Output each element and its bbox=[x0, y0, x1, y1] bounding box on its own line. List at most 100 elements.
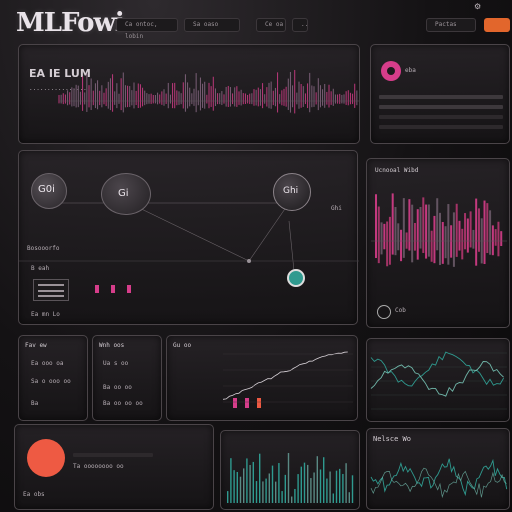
bar-mark bbox=[316, 456, 318, 503]
bar-mark bbox=[497, 221, 500, 257]
bar-mark bbox=[464, 213, 467, 250]
node-handle[interactable] bbox=[287, 269, 305, 287]
bar-mark bbox=[380, 222, 383, 255]
bar-mark bbox=[433, 215, 436, 264]
bar-mark bbox=[278, 463, 280, 503]
bar-mark bbox=[419, 206, 422, 249]
bottom-line-chart bbox=[370, 458, 508, 499]
bar-mark bbox=[483, 200, 486, 265]
bar-mark bbox=[313, 472, 315, 503]
teal-line-chart bbox=[370, 351, 507, 410]
bottom-left-panel: Ta oooooooo oo Ea obs bbox=[14, 424, 214, 510]
bar-mark bbox=[458, 220, 461, 251]
bar-mark bbox=[259, 453, 261, 503]
bar-mark bbox=[246, 458, 248, 503]
bar-mark bbox=[383, 223, 386, 250]
record-icon[interactable] bbox=[377, 305, 391, 319]
legend-swatch bbox=[33, 279, 69, 301]
node-c-side-label: Ghi bbox=[331, 205, 342, 212]
bar-mark bbox=[425, 204, 428, 259]
bar-mark bbox=[422, 197, 425, 253]
node-a[interactable]: G0i bbox=[31, 173, 67, 209]
bar-mark bbox=[291, 496, 293, 503]
bar-mark bbox=[452, 212, 455, 267]
legend-label: B eah bbox=[31, 265, 50, 272]
stat-2-row: Ua s oo bbox=[103, 360, 129, 367]
bar-mark bbox=[233, 398, 237, 408]
bar-mark bbox=[233, 470, 235, 503]
info-row bbox=[379, 115, 503, 119]
tab-4[interactable]: .. bbox=[292, 18, 308, 32]
tab-2[interactable]: Sa oaso bbox=[184, 18, 240, 32]
bar-mark bbox=[249, 464, 251, 503]
bar-mark bbox=[262, 481, 264, 503]
bar-mark bbox=[332, 493, 334, 503]
user-label: eba bbox=[405, 67, 416, 74]
bar-mark bbox=[411, 204, 414, 263]
primary-action-button[interactable] bbox=[484, 18, 510, 32]
bar-mark bbox=[441, 221, 444, 264]
bar-mark bbox=[466, 218, 469, 253]
bar-mark bbox=[391, 193, 394, 255]
bar-mark bbox=[486, 203, 489, 254]
bar-mark bbox=[245, 398, 249, 408]
record-icon[interactable] bbox=[381, 61, 401, 81]
bar-mark bbox=[477, 208, 480, 252]
bar-mark bbox=[377, 206, 380, 264]
bar-mark bbox=[271, 465, 274, 503]
tab-5[interactable]: Pactas bbox=[426, 18, 476, 32]
bar-mark bbox=[300, 466, 302, 503]
bar-mark bbox=[297, 474, 299, 503]
node-links bbox=[19, 202, 359, 272]
bar-mark bbox=[402, 198, 405, 258]
bottom-left-label: Ea obs bbox=[23, 491, 45, 498]
bar-mark bbox=[294, 488, 296, 503]
node-panel-footer: Ea mn Lo bbox=[31, 311, 60, 318]
bar-mark bbox=[386, 221, 389, 267]
stat-panel-3: Gu oo bbox=[166, 335, 358, 421]
stat-panel-2: Wnh oos Ua s oo Ba oo oo Ba oo oo oo bbox=[92, 335, 162, 421]
bar-mark bbox=[342, 473, 344, 503]
line-series bbox=[370, 458, 508, 497]
bar-mark bbox=[243, 468, 245, 503]
user-panel: eba bbox=[370, 44, 510, 144]
bar-mark bbox=[405, 232, 408, 249]
bar-mark bbox=[236, 471, 238, 503]
stat-1-title: Fav ew bbox=[25, 342, 47, 349]
bar-mark bbox=[265, 478, 267, 503]
tab-3[interactable]: Ce oa bbox=[256, 18, 286, 32]
bar-mark bbox=[375, 194, 377, 259]
bar-mark bbox=[397, 223, 400, 251]
info-row bbox=[379, 125, 503, 129]
bar-mark bbox=[268, 473, 270, 503]
info-row bbox=[379, 95, 503, 99]
bar-mark bbox=[394, 207, 397, 256]
bar-mark bbox=[339, 468, 341, 503]
tab-1[interactable]: Ca ontoc, lobin bbox=[116, 18, 178, 40]
node-panel: G0i Gi Ghi Ghi Bosooorfo B eah Ea mn Lo bbox=[18, 150, 359, 325]
bar-mark bbox=[469, 211, 472, 248]
bottom-right-panel: Nelsce Wo bbox=[366, 428, 510, 510]
bar-mark bbox=[255, 481, 258, 503]
bar-mark bbox=[275, 481, 277, 503]
stat-2-row: Ba oo oo oo bbox=[103, 400, 143, 407]
stat-2-row: Ba oo oo bbox=[103, 384, 132, 391]
node-b[interactable]: Gi bbox=[101, 173, 151, 215]
bar-mark bbox=[281, 491, 283, 503]
bar-chart-panel: Ucnooal Wibd Cob bbox=[366, 158, 510, 328]
stat-2-title: Wnh oos bbox=[99, 342, 125, 349]
teal-line-panel bbox=[366, 338, 510, 422]
bottom-right-title: Nelsce Wo bbox=[373, 435, 411, 443]
legend-marker bbox=[127, 285, 131, 293]
node-c[interactable]: Ghi bbox=[273, 173, 311, 211]
bar-mark bbox=[439, 212, 441, 266]
bar-mark bbox=[427, 204, 430, 257]
bar-chart-title: Ucnooal Wibd bbox=[375, 167, 419, 174]
legend-marker bbox=[111, 285, 115, 293]
legend-marker bbox=[95, 285, 99, 293]
gear-icon[interactable]: ⚙ bbox=[474, 2, 481, 11]
bar-chart bbox=[371, 193, 507, 267]
bar-mark bbox=[351, 475, 354, 503]
bar-mark bbox=[444, 226, 447, 259]
bar-mark bbox=[455, 203, 458, 257]
